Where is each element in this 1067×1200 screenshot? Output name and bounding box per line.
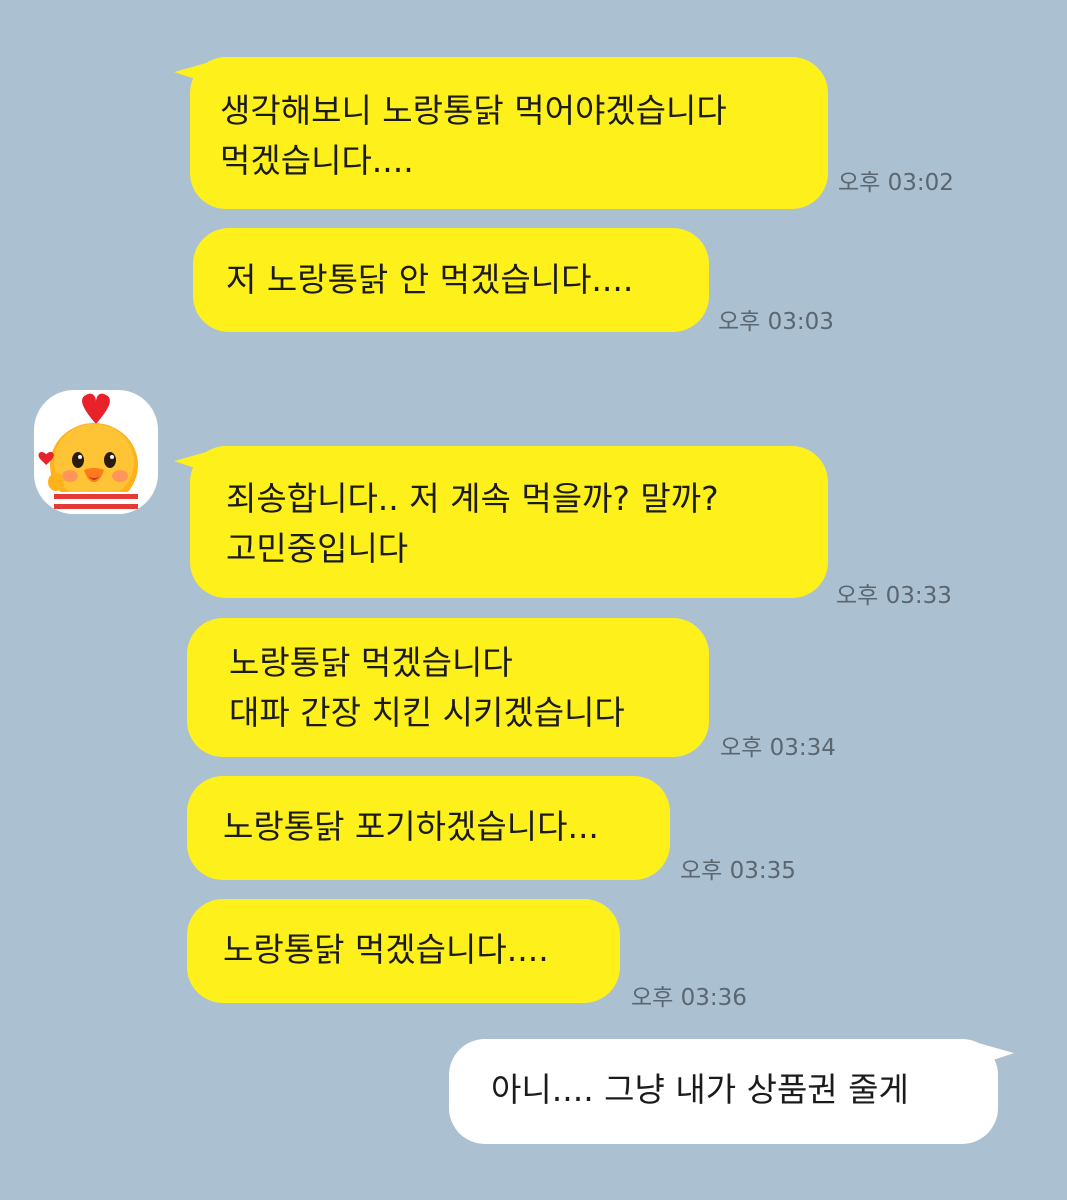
message-bubble-3[interactable]: 죄송합니다.. 저 계속 먹을까? 말까? 고민중입니다 [190,446,828,598]
yellow-chick-mascot-icon [38,393,138,514]
message-time-1: 오후 03:02 [838,170,954,196]
message-bubble-4[interactable]: 노랑통닭 먹겠습니다 대파 간장 치킨 시키겠습니다 [187,618,709,757]
message-bubble-1[interactable]: 생각해보니 노랑통닭 먹어야겠습니다 먹겠습니다.... [190,57,828,209]
message-time-6: 오후 03:36 [631,985,747,1011]
message-time-4: 오후 03:34 [720,735,836,761]
profile-avatar[interactable] [34,390,158,514]
message-bubble-5[interactable]: 노랑통닭 포기하겠습니다... [187,776,670,880]
message-bubble-6[interactable]: 노랑통닭 먹겠습니다.... [187,899,620,1003]
message-time-5: 오후 03:35 [680,858,796,884]
message-bubble-2[interactable]: 저 노랑통닭 안 먹겠습니다.... [193,228,709,332]
message-bubble-7[interactable]: 아니.... 그냥 내가 상품권 줄게 [449,1039,998,1144]
message-time-3: 오후 03:33 [836,583,952,609]
message-time-2: 오후 03:03 [718,309,834,335]
